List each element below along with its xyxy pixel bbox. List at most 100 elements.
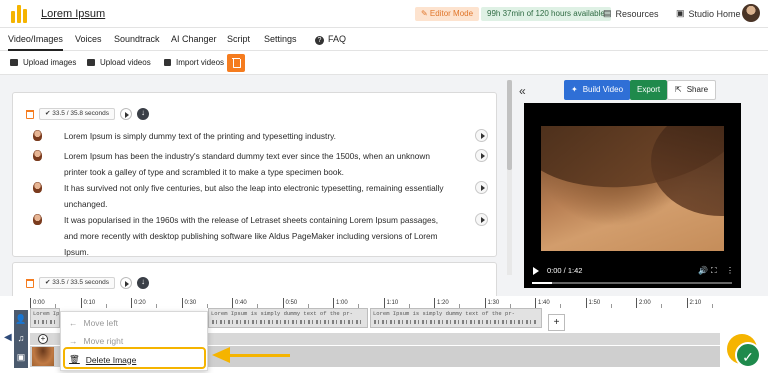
arrow-left-icon: ← bbox=[69, 318, 78, 328]
timeline-tick-label: 0:20 bbox=[131, 298, 146, 308]
play-paragraph-button[interactable] bbox=[475, 213, 488, 226]
timeline-tick-label: 0:40 bbox=[232, 298, 247, 308]
image-thumbnail[interactable] bbox=[32, 347, 54, 366]
resources-link[interactable]: ▤ Resources bbox=[603, 8, 659, 19]
video-player[interactable]: 0:00 / 1:42 🔊 ⛶ ⋮ bbox=[524, 103, 741, 288]
script-panel: ✔ 33.5 / 35.8 seconds Lorem Ipsum is sim… bbox=[0, 76, 510, 296]
build-video-button[interactable]: ✦ Build Video bbox=[564, 80, 631, 100]
timeline-tick-label: 0:50 bbox=[282, 298, 297, 308]
speaker-avatar-icon[interactable] bbox=[33, 182, 42, 193]
share-icon: ⇱ bbox=[675, 85, 682, 94]
voice-clip[interactable]: Lorem Ipsum is simply dummy text of the … bbox=[370, 308, 542, 328]
timeline-tick-label: 0:30 bbox=[181, 298, 196, 308]
upload-images-label: Upload images bbox=[23, 58, 77, 67]
video-progress-fill bbox=[532, 282, 552, 284]
speaker-avatar-icon[interactable] bbox=[33, 150, 42, 161]
import-videos-button[interactable]: Import videos bbox=[164, 58, 224, 67]
resources-label: Resources bbox=[615, 8, 659, 19]
delete-media-button[interactable] bbox=[227, 54, 245, 72]
timeline-tick-label: 0:10 bbox=[80, 298, 95, 308]
play-paragraph-button[interactable] bbox=[475, 149, 488, 162]
app-title[interactable]: Lorem Ipsum bbox=[41, 8, 105, 20]
duration-badge: ✔ 33.5 / 35.8 seconds bbox=[39, 108, 116, 120]
play-scene-button[interactable] bbox=[120, 108, 133, 120]
arrow-right-icon: → bbox=[69, 336, 78, 346]
tab-script[interactable]: Script bbox=[227, 34, 250, 44]
import-videos-label: Import videos bbox=[176, 58, 225, 67]
export-button[interactable]: Export bbox=[630, 80, 668, 100]
play-paragraph-button[interactable] bbox=[475, 181, 488, 194]
scene-card: ✔ 33.5 / 33.5 seconds bbox=[12, 262, 497, 296]
add-clip-button[interactable]: + bbox=[548, 314, 565, 331]
avatar[interactable] bbox=[742, 4, 760, 22]
play-icon[interactable] bbox=[533, 267, 539, 275]
import-icon bbox=[164, 59, 171, 66]
upload-videos-button[interactable]: Upload videos bbox=[87, 58, 151, 67]
media-toolbar: Upload images Upload videos Import video… bbox=[0, 51, 768, 75]
script-paragraph[interactable]: Lorem Ipsum has been the industry's stan… bbox=[33, 148, 453, 180]
upload-images-button[interactable]: Upload images bbox=[10, 58, 76, 67]
tab-settings[interactable]: Settings bbox=[264, 34, 297, 44]
tab-faq[interactable]: ? FAQ bbox=[315, 34, 346, 45]
add-music-icon[interactable]: + bbox=[38, 334, 48, 344]
highlight-box bbox=[63, 347, 206, 369]
scene-card: ✔ 33.5 / 35.8 seconds Lorem Ipsum is sim… bbox=[12, 92, 497, 257]
move-right-menu-item[interactable]: → Move right bbox=[69, 336, 123, 346]
script-paragraph[interactable]: Lorem Ipsum is simply dummy text of the … bbox=[33, 128, 453, 144]
trash-icon[interactable] bbox=[26, 109, 34, 119]
editor-mode-badge[interactable]: ✎ Editor Mode bbox=[415, 7, 480, 21]
studio-home-label: Studio Home bbox=[688, 8, 741, 19]
fullscreen-icon[interactable]: ⛶ bbox=[711, 266, 717, 276]
timeline-tick-label: 1:40 bbox=[535, 298, 550, 308]
tab-voices[interactable]: Voices bbox=[75, 34, 102, 44]
script-scrollbar[interactable] bbox=[507, 80, 512, 275]
context-menu: ← Move left → Move right 🗑 Delete Image bbox=[60, 311, 208, 371]
timeline-tick-label: 2:00 bbox=[636, 298, 651, 308]
scrollbar-thumb[interactable] bbox=[507, 80, 512, 170]
logo-icon[interactable] bbox=[11, 5, 29, 23]
play-scene-button[interactable] bbox=[120, 277, 133, 289]
collapse-panel-icon[interactable]: « bbox=[519, 84, 526, 98]
wand-icon: ✦ bbox=[571, 85, 578, 94]
speaker-avatar-icon[interactable] bbox=[33, 214, 42, 225]
pointer-arrow-icon bbox=[212, 347, 292, 363]
timeline-tick-label: 1:10 bbox=[383, 298, 398, 308]
share-label: Share bbox=[686, 85, 709, 94]
trash-icon[interactable] bbox=[26, 278, 34, 288]
timeline-tick-label: 1:50 bbox=[585, 298, 600, 308]
play-paragraph-button[interactable] bbox=[475, 129, 488, 142]
video-controls: 0:00 / 1:42 🔊 ⛶ ⋮ bbox=[524, 252, 741, 288]
home-icon: ▣ bbox=[676, 8, 685, 18]
tab-bar: Video/Images Voices Soundtrack AI Change… bbox=[0, 28, 768, 51]
move-left-menu-item[interactable]: ← Move left bbox=[69, 318, 118, 328]
tab-video-images[interactable]: Video/Images bbox=[8, 34, 63, 51]
scroll-left-arrow-icon[interactable]: ◀ bbox=[4, 332, 12, 343]
video-progress-bar[interactable] bbox=[532, 282, 732, 284]
voice-clip[interactable]: Lorem Ipsum is simply dummy text of the … bbox=[30, 308, 60, 328]
download-icon[interactable] bbox=[137, 108, 150, 120]
more-options-icon[interactable]: ⋮ bbox=[726, 266, 734, 275]
tab-soundtrack[interactable]: Soundtrack bbox=[114, 34, 160, 44]
help-icon: ? bbox=[315, 36, 324, 45]
timeline-tick-label: 2:10 bbox=[686, 298, 701, 308]
volume-icon[interactable]: 🔊 bbox=[698, 266, 708, 275]
speaker-avatar-icon[interactable] bbox=[33, 130, 42, 141]
script-paragraph[interactable]: It has survived not only five centuries,… bbox=[33, 180, 453, 212]
check-icon[interactable]: ✓ bbox=[735, 342, 761, 368]
build-video-label: Build Video bbox=[582, 85, 624, 94]
download-icon[interactable] bbox=[137, 277, 150, 289]
voice-track-icon[interactable]: 👤 bbox=[14, 310, 28, 329]
share-button[interactable]: ⇱ Share bbox=[667, 80, 717, 100]
script-paragraph[interactable]: It was popularised in the 1960s with the… bbox=[33, 212, 453, 260]
music-track-icon[interactable]: ♫ bbox=[14, 329, 28, 348]
video-icon bbox=[87, 59, 95, 66]
image-icon bbox=[10, 59, 18, 66]
tab-ai-changer[interactable]: AI Changer bbox=[171, 34, 217, 44]
timeline-ruler[interactable]: 0:00 0:10 0:20 0:30 0:40 0:50 1:00 1:10 1:20 1:30… bbox=[30, 298, 720, 308]
duration-badge: ✔ 33.5 / 33.5 seconds bbox=[39, 277, 116, 289]
image-track-icon[interactable]: ▣ bbox=[14, 348, 28, 367]
top-bar: Lorem Ipsum ✎ Editor Mode 99h 37min of 1… bbox=[0, 0, 768, 28]
voice-clip[interactable]: Lorem Ipsum is simply dummy text of the … bbox=[208, 308, 368, 328]
scene-header: ✔ 33.5 / 33.5 seconds bbox=[26, 277, 150, 289]
studio-home-link[interactable]: ▣ Studio Home bbox=[676, 8, 741, 19]
